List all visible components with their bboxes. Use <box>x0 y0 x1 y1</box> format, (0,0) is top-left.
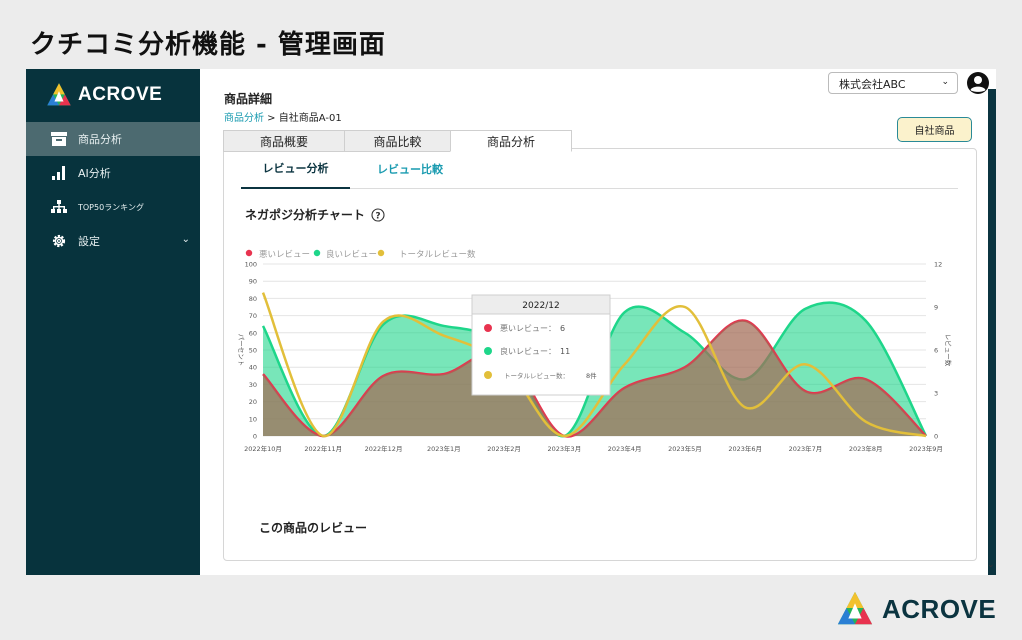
archive-box-icon <box>50 130 68 148</box>
y-tick-label: 10 <box>249 415 257 423</box>
y-tick-label: 60 <box>249 329 257 337</box>
breadcrumb: 商品分析 > 自社商品A-01 <box>224 109 342 124</box>
help-icon[interactable]: ? <box>371 207 385 222</box>
subtab-review-analysis[interactable]: レビュー分析 <box>241 149 350 189</box>
page-scrollbar[interactable] <box>988 105 996 575</box>
brand-name: ACROVE <box>78 84 163 105</box>
y-tick-label: 90 <box>249 278 257 286</box>
breadcrumb-link[interactable]: 商品分析 <box>224 113 264 124</box>
y-tick-label: 0 <box>253 433 257 441</box>
company-select[interactable]: 株式会社ABC ⌄ <box>828 72 958 94</box>
tooltip-title: 2022/12 <box>522 301 559 311</box>
sidebar-logo[interactable]: ACROVE <box>46 82 162 108</box>
subtab-bar: レビュー分析 レビュー比較 <box>241 149 958 189</box>
chart-legend: 悪いレビュー 良いレビュー トータルレビュー数 <box>245 249 476 260</box>
legend-label: 悪いレビュー <box>259 250 310 260</box>
org-chart-icon <box>50 198 68 216</box>
x-tick-label: 2023年5月 <box>668 444 702 453</box>
breadcrumb-separator: > <box>264 113 279 124</box>
y-tick-label: 30 <box>249 381 257 389</box>
y2-tick-label: 12 <box>934 261 942 269</box>
legend-swatch <box>313 249 321 257</box>
footer-logo: ACROVE <box>836 590 996 628</box>
sidebar-nav: 商品分析 AI分析 TOP50ランキング 設定 ⌄ <box>26 122 200 258</box>
y2-axis-label: レビュー数 <box>944 334 953 367</box>
tab-product-overview[interactable]: 商品概要 <box>223 130 345 152</box>
y2-tick-label: 3 <box>934 390 938 398</box>
acrove-logo-icon <box>47 83 71 106</box>
scroll-down-icon[interactable]: ⌄ <box>987 560 995 570</box>
app-window: ACROVE 商品分析 AI分析 TOP50ランキング 設定 ⌄ 株式会社ABC… <box>26 69 996 575</box>
sidebar-item-ai-analysis[interactable]: AI分析 <box>26 156 200 190</box>
tooltip-swatch <box>484 324 492 332</box>
reviews-heading: この商品のレビュー <box>259 521 368 535</box>
page-title: 商品詳細 <box>224 92 273 106</box>
analysis-card: レビュー分析 レビュー比較 ネガポジ分析チャート ? 悪いレビュー 良いレビュート… <box>223 148 977 561</box>
bar-chart-icon <box>50 164 68 182</box>
company-select-value: 株式会社ABC <box>839 78 906 91</box>
legend-label: 良いレビュー <box>326 249 377 260</box>
x-tick-label: 2023年2月 <box>487 444 521 453</box>
tooltip-swatch <box>484 371 492 379</box>
sidebar-item-label: AI分析 <box>78 167 111 180</box>
chevron-down-icon: ⌄ <box>181 234 190 245</box>
tooltip-row-label: 悪いレビュー： <box>500 324 556 333</box>
negapoji-chart: 悪いレビュー 良いレビュー トータルレビュー数0102030405060708090… <box>237 249 953 453</box>
x-tick-label: 2023年6月 <box>728 444 762 453</box>
sidebar-item-label: 商品分析 <box>78 133 122 146</box>
x-tick-label: 2023年9月 <box>909 444 943 453</box>
sidebar-item-settings[interactable]: 設定 ⌄ <box>26 224 200 258</box>
x-tick-label: 2023年1月 <box>427 444 461 453</box>
legend-swatch <box>245 249 253 257</box>
user-account-icon[interactable] <box>966 71 990 95</box>
svg-text:?: ? <box>375 211 380 221</box>
tooltip-row-value: 8件 <box>586 371 597 380</box>
x-tick-label: 2023年3月 <box>548 444 582 453</box>
own-product-button[interactable]: 自社商品 <box>897 117 972 142</box>
tab-product-analysis[interactable]: 商品分析 <box>450 130 572 152</box>
product-tabs: 商品概要 商品比較 商品分析 <box>223 130 572 152</box>
chevron-down-icon: ⌄ <box>941 77 949 87</box>
legend-swatch <box>377 249 385 257</box>
y2-tick-label: 6 <box>934 347 938 355</box>
tooltip-row-label: トータルレビュー数： <box>504 371 569 380</box>
legend-label: トータルレビュー数 <box>399 249 476 260</box>
tooltip-row-label: 良いレビュー： <box>500 346 556 356</box>
breadcrumb-current: 自社商品A-01 <box>278 113 342 124</box>
tooltip-row-value: 6 <box>560 324 565 333</box>
chart-title-row: ネガポジ分析チャート ? <box>245 206 385 223</box>
main-content: 株式会社ABC ⌄ 商品詳細 商品分析 > 自社商品A-01 自社商品 レビュー… <box>200 69 996 575</box>
sidebar-item-label: TOP50ランキング <box>78 202 144 212</box>
chart-title: ネガポジ分析チャート <box>245 208 365 222</box>
y2-tick-label: 0 <box>934 433 938 441</box>
y-axis-label: パーセント <box>237 334 245 367</box>
slide-title: クチコミ分析機能 - 管理画面 <box>30 30 386 60</box>
x-tick-label: 2022年12月 <box>365 444 403 453</box>
tab-product-compare[interactable]: 商品比較 <box>344 130 451 152</box>
acrove-logo-icon <box>837 591 873 625</box>
gear-icon <box>50 232 68 250</box>
sidebar-item-top50-ranking[interactable]: TOP50ランキング <box>26 190 200 224</box>
y-tick-label: 70 <box>249 312 257 320</box>
x-tick-label: 2022年11月 <box>304 444 342 453</box>
y-tick-label: 80 <box>249 295 257 303</box>
x-tick-label: 2023年7月 <box>789 444 823 453</box>
subtab-review-compare[interactable]: レビュー比較 <box>356 149 464 189</box>
x-tick-label: 2023年4月 <box>608 444 642 453</box>
chart-tooltip[interactable]: 2022/12 悪いレビュー： 6 良いレビュー： 11 トータルレビュー数： 8件 <box>471 294 611 396</box>
footer-brand-name: ACROVE <box>882 593 997 624</box>
y-tick-label: 50 <box>249 347 257 355</box>
sidebar-item-product-analysis[interactable]: 商品分析 <box>26 122 200 156</box>
y-tick-label: 20 <box>249 398 257 406</box>
x-tick-label: 2023年8月 <box>849 444 883 453</box>
sidebar-item-label: 設定 <box>78 235 100 248</box>
y2-tick-label: 9 <box>934 304 938 312</box>
y-tick-label: 40 <box>249 364 257 372</box>
x-tick-label: 2022年10月 <box>244 444 282 453</box>
y-tick-label: 100 <box>245 261 257 269</box>
sidebar: ACROVE 商品分析 AI分析 TOP50ランキング 設定 ⌄ <box>26 69 200 575</box>
tooltip-row-value: 11 <box>560 347 570 356</box>
tooltip-swatch <box>484 347 492 355</box>
